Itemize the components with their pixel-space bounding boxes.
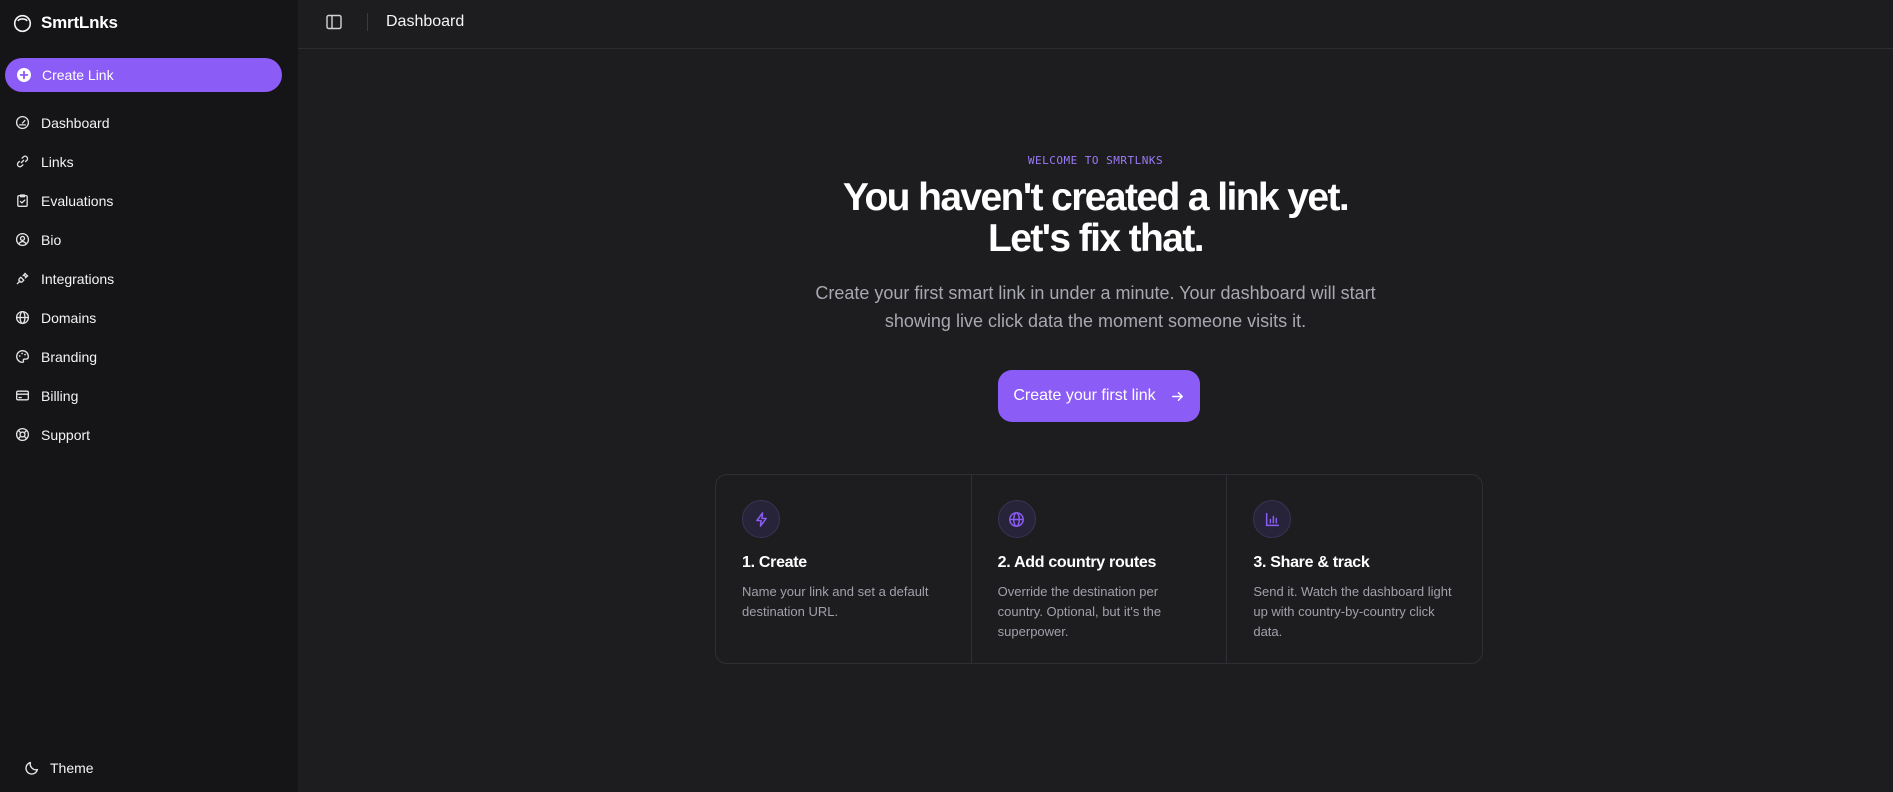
lightning-icon	[742, 500, 780, 538]
page-title: Dashboard	[386, 13, 465, 30]
bar-chart-icon	[1253, 500, 1292, 538]
step-description: Override the destination per country. Op…	[997, 584, 1162, 639]
theme-toggle[interactable]: Theme	[24, 760, 94, 776]
plug-icon	[15, 271, 30, 286]
arrow-right-icon	[1170, 389, 1185, 404]
main-content: WELCOME TO SMRTLNKS You haven't created …	[298, 49, 1893, 792]
sidebar: SmrtLnks Create Link Dashboard Links Eva…	[0, 0, 298, 792]
step-title: 2. Add country routes	[997, 554, 1157, 571]
life-buoy-icon	[15, 427, 30, 442]
sidebar-item-domains[interactable]: Domains	[0, 298, 298, 337]
step-card-share-track: 3. Share & track Send it. Watch the dash…	[1226, 475, 1482, 663]
sidebar-item-integrations[interactable]: Integrations	[0, 259, 298, 298]
headline-line-1: You haven't created a link yet.	[842, 176, 1350, 219]
gauge-icon	[15, 115, 30, 130]
onboarding-steps: 1. Create Name your link and set a defau…	[715, 474, 1483, 664]
sidebar-item-dashboard[interactable]: Dashboard	[0, 103, 298, 142]
sidebar-item-label: Domains	[41, 309, 97, 326]
clipboard-check-icon	[15, 193, 30, 208]
create-link-button[interactable]: Create Link	[5, 58, 282, 92]
sidebar-item-label: Billing	[41, 387, 79, 404]
create-link-label: Create Link	[42, 67, 114, 83]
empty-state-headline: You haven't created a link yet. Let's fi…	[298, 177, 1893, 259]
sidebar-item-label: Support	[41, 426, 91, 443]
brand[interactable]: SmrtLnks	[13, 13, 118, 33]
sidebar-item-billing[interactable]: Billing	[0, 376, 298, 415]
sidebar-item-evaluations[interactable]: Evaluations	[0, 181, 298, 220]
step-card-create: 1. Create Name your link and set a defau…	[716, 475, 971, 663]
headline-line-2: Let's fix that.	[988, 217, 1205, 260]
plus-circle-icon	[16, 67, 32, 83]
sidebar-item-label: Integrations	[41, 270, 115, 287]
sidebar-toggle-icon[interactable]	[325, 13, 343, 31]
step-description: Send it. Watch the dashboard light up wi…	[1253, 584, 1452, 639]
logo-icon	[13, 14, 32, 33]
sidebar-item-branding[interactable]: Branding	[0, 337, 298, 376]
topbar-divider	[367, 13, 368, 31]
empty-state-subtitle: Create your first smart link in under a …	[815, 283, 1376, 331]
sidebar-item-label: Branding	[41, 348, 98, 365]
link-icon	[15, 154, 30, 169]
step-title: 1. Create	[742, 554, 807, 571]
sidebar-item-label: Links	[41, 153, 74, 170]
globe-icon	[997, 500, 1036, 538]
sidebar-nav: Dashboard Links Evaluations Bio Integrat…	[0, 103, 298, 454]
globe-icon	[15, 310, 30, 325]
sidebar-item-label: Bio	[41, 231, 62, 248]
sidebar-item-label: Evaluations	[41, 192, 114, 209]
sidebar-item-bio[interactable]: Bio	[0, 220, 298, 259]
step-card-country-routes: 2. Add country routes Override the desti…	[970, 475, 1227, 663]
theme-label: Theme	[50, 760, 94, 776]
cta-label: Create your first link	[1013, 387, 1156, 404]
moon-icon	[24, 760, 40, 776]
user-circle-icon	[15, 232, 30, 247]
credit-card-icon	[15, 388, 30, 403]
app-name: SmrtLnks	[41, 13, 118, 32]
sidebar-item-label: Dashboard	[41, 114, 110, 131]
sidebar-item-links[interactable]: Links	[0, 142, 298, 181]
topbar: Dashboard	[298, 0, 1893, 49]
step-description: Name your link and set a default destina…	[742, 584, 929, 619]
sidebar-item-support[interactable]: Support	[0, 415, 298, 454]
step-title: 3. Share & track	[1253, 554, 1370, 571]
create-first-link-button[interactable]: Create your first link	[998, 370, 1200, 422]
welcome-eyebrow: WELCOME TO SMRTLNKS	[1027, 154, 1164, 167]
palette-icon	[15, 349, 30, 364]
